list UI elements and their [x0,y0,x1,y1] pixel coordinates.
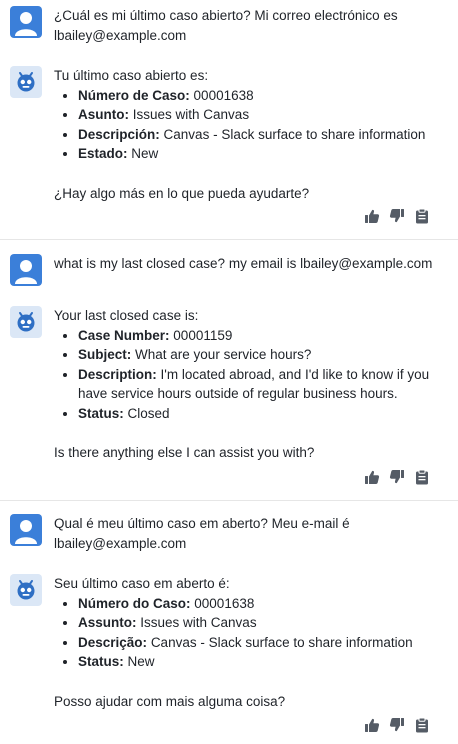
field-value: 00001638 [193,87,254,103]
bot-closing: Posso ajudar com mais alguma coisa? [54,693,286,709]
field-value: Issues with Canvas [140,615,257,630]
user-message-text: what is my last closed case? my email is… [54,256,433,271]
user-message: ¿Cuál es mi último caso abierto? Mi corr… [54,6,438,45]
bot-avatar [10,574,42,606]
bot-closing: ¿Hay algo más en lo que pueda ayudarte? [54,185,310,201]
bot-intro: Tu último caso abierto es: [54,68,209,83]
bot-message: Tu último caso abierto es: Número de Cas… [54,66,438,203]
field-label: Estado: [78,146,128,161]
case-details-list: Case Number: 00001159 Subject: What are … [54,326,438,424]
person-icon [15,520,37,544]
robot-icon [17,312,35,332]
thumbs-up-icon[interactable] [364,469,380,485]
field-label: Case Number: [78,327,170,343]
field-label: Descrição: [78,634,148,650]
list-item: Case Number: 00001159 [78,326,438,346]
list-item: Status: Closed [78,404,438,424]
case-details-list: Número de Caso: 00001638 Asunto: Issues … [54,86,438,164]
thumbs-down-icon[interactable] [389,717,405,733]
field-value: Issues with Canvas [132,107,250,122]
field-value: Canvas - Slack surface to share informat… [150,634,413,650]
divider [0,500,458,501]
field-label: Assunto: [78,615,137,630]
person-icon [15,12,37,36]
user-message-text: ¿Cuál es mi último caso abierto? Mi corr… [54,8,398,43]
field-label: Número do Caso: [78,595,191,611]
clipboard-icon[interactable] [414,717,430,733]
user-avatar [10,6,42,38]
field-value: New [131,146,159,161]
field-label: Asunto: [78,107,129,122]
bot-message: Your last closed case is: Case Number: 0… [54,306,438,463]
bot-avatar [10,306,42,338]
list-item: Assunto: Issues with Canvas [78,613,438,633]
field-value: New [127,654,155,669]
user-message: what is my last closed case? my email is… [54,254,438,274]
list-item: Description: I'm located abroad, and I'd… [78,365,438,404]
thumbs-up-icon[interactable] [364,208,380,224]
field-value: Closed [127,405,170,421]
field-label: Status: [78,654,124,669]
field-label: Número de Caso: [78,87,190,103]
list-item: Descripción: Canvas - Slack surface to s… [78,125,438,145]
list-item: Descrição: Canvas - Slack surface to sha… [78,633,438,653]
person-icon [15,260,37,284]
bot-intro: Seu último caso em aberto é: [54,576,230,591]
bot-avatar [10,66,42,98]
robot-icon [17,580,35,600]
clipboard-icon[interactable] [414,208,430,224]
bot-message: Seu último caso em aberto é: Número do C… [54,574,438,711]
user-message: Qual é meu último caso em aberto? Meu e-… [54,514,438,553]
clipboard-icon[interactable] [414,469,430,485]
list-item: Número de Caso: 00001638 [78,86,438,106]
thumbs-down-icon[interactable] [389,208,405,224]
list-item: Status: New [78,652,438,672]
field-value: 00001638 [194,595,255,611]
list-item: Estado: New [78,144,438,164]
bot-closing: Is there anything else I can assist you … [54,445,315,460]
robot-icon [17,72,35,92]
case-details-list: Número do Caso: 00001638 Assunto: Issues… [54,594,438,672]
list-item: Subject: What are your service hours? [78,345,438,365]
user-avatar [10,514,42,546]
list-item: Asunto: Issues with Canvas [78,105,438,125]
message-actions [364,717,430,733]
user-avatar [10,254,42,286]
field-label: Descripción: [78,126,160,142]
divider [0,239,458,240]
field-label: Status: [78,405,124,421]
thumbs-up-icon[interactable] [364,717,380,733]
message-actions [364,469,430,485]
field-label: Subject: [78,347,132,362]
bot-intro: Your last closed case is: [54,308,199,323]
field-value: Canvas - Slack surface to share informat… [163,126,426,142]
list-item: Número do Caso: 00001638 [78,594,438,614]
user-message-text: Qual é meu último caso em aberto? Meu e-… [54,516,350,551]
thumbs-down-icon[interactable] [389,469,405,485]
message-actions [364,208,430,224]
field-value: What are your service hours? [135,347,312,362]
field-label: Description: [78,366,157,382]
field-value: 00001159 [173,327,233,343]
